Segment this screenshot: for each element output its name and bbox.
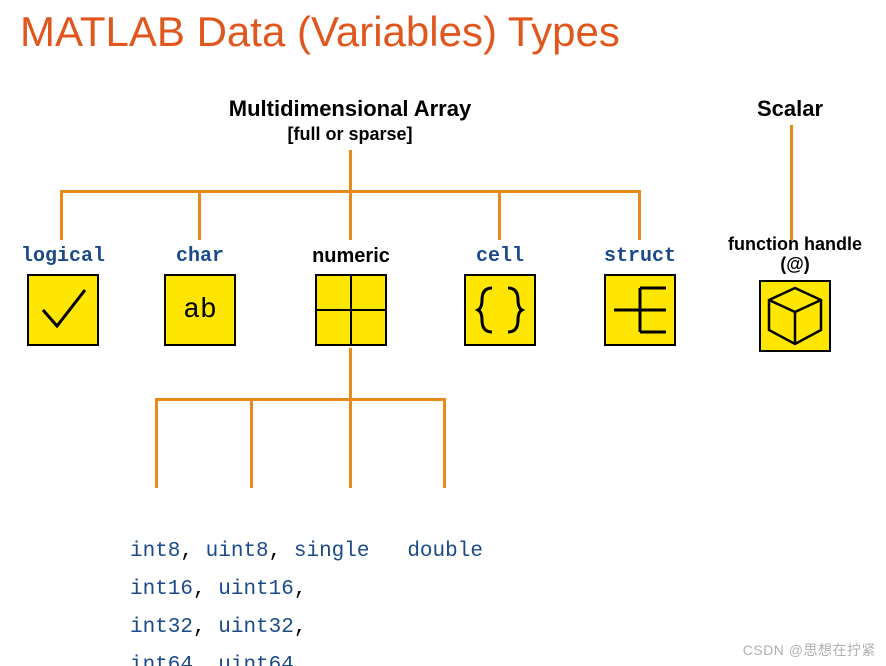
type-label-logical: logical <box>8 245 118 268</box>
type-logical: logical <box>8 245 118 346</box>
function-handle-icon <box>759 280 831 352</box>
watermark: CSDN @思想在拧紧 <box>743 640 876 660</box>
type-label-cell: cell <box>445 245 555 268</box>
numeric-icon <box>315 274 387 346</box>
page-title: MATLAB Data (Variables) Types <box>20 8 620 56</box>
connector <box>155 398 445 401</box>
connector <box>498 190 501 240</box>
connector <box>443 398 446 488</box>
mda-subheader: [full or sparse] <box>200 124 500 145</box>
numtype-uint32: uint32 <box>218 609 294 647</box>
connector <box>349 150 352 190</box>
connector <box>60 190 63 240</box>
numtype-double: double <box>407 533 483 571</box>
connector <box>790 125 793 240</box>
type-struct: struct <box>585 245 695 346</box>
numtype-int16: int16 <box>130 571 193 609</box>
type-label-char: char <box>145 245 255 268</box>
type-label-struct: struct <box>585 245 695 268</box>
type-label-numeric: numeric <box>296 245 406 268</box>
numtype-int32: int32 <box>130 609 193 647</box>
logical-icon <box>27 274 99 346</box>
connector <box>198 190 201 240</box>
connector <box>250 398 253 488</box>
type-cell: cell <box>445 245 555 346</box>
scalar-header: Scalar <box>720 96 860 122</box>
char-icon: ab <box>164 274 236 346</box>
type-function-handle: function handle (@) <box>725 234 865 352</box>
cell-icon <box>464 274 536 346</box>
type-char: char ab <box>145 245 255 346</box>
numtype-single: single <box>294 533 370 571</box>
struct-icon <box>604 274 676 346</box>
connector <box>349 190 352 240</box>
connector <box>349 348 352 398</box>
numtype-int64: int64 <box>130 647 193 666</box>
connector <box>155 398 158 488</box>
numeric-subtypes: int8, uint8, single double int16, uint16… <box>130 495 483 666</box>
numtype-uint64: uint64 <box>218 647 294 666</box>
connector <box>349 398 352 488</box>
mda-header: Multidimensional Array <box>200 96 500 122</box>
connector <box>638 190 641 240</box>
numtype-uint16: uint16 <box>218 571 294 609</box>
type-numeric: numeric <box>296 245 406 346</box>
type-label-function-handle: function handle (@) <box>725 234 865 274</box>
numtype-int8: int8 <box>130 533 180 571</box>
numtype-uint8: uint8 <box>206 533 269 571</box>
